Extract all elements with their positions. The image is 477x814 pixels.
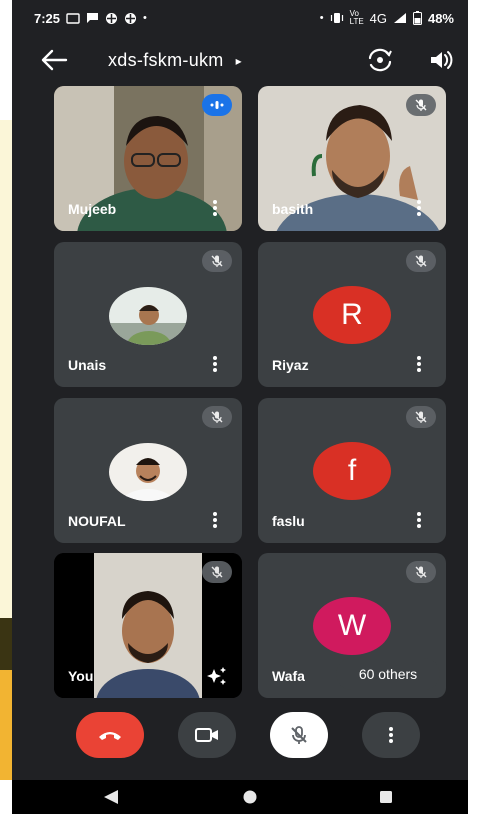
avatar-initial: R xyxy=(341,298,363,331)
end-call-button[interactable] xyxy=(76,712,144,758)
avatar-initial: W xyxy=(337,609,367,642)
switch-camera-icon[interactable] xyxy=(366,46,394,74)
avatar: f xyxy=(313,442,391,500)
muted-indicator xyxy=(202,250,232,272)
participant-tile-mujeeb[interactable]: Mujeeb xyxy=(54,86,242,231)
more-vert-icon[interactable] xyxy=(414,355,424,373)
dot-icon: • xyxy=(319,12,324,24)
avatar: R xyxy=(313,286,391,344)
call-controls xyxy=(12,708,468,768)
others-button[interactable]: 60 others xyxy=(336,658,440,690)
avatar-photo xyxy=(109,443,187,501)
avatar: W xyxy=(313,597,391,655)
more-vert-icon[interactable] xyxy=(210,199,220,217)
mic-off-icon xyxy=(415,99,427,111)
muted-indicator xyxy=(202,561,232,583)
participant-tile-faslu[interactable]: f faslu xyxy=(258,398,446,543)
more-vert-icon[interactable] xyxy=(414,511,424,529)
screen-cast-icon xyxy=(66,12,80,24)
meeting-header: xds-fskm-ukm ▸ xyxy=(12,40,468,82)
muted-indicator xyxy=(406,250,436,272)
camera-button[interactable] xyxy=(178,712,236,758)
muted-indicator xyxy=(406,94,436,116)
participant-name: Unais xyxy=(68,357,107,373)
network-type: 4G xyxy=(369,10,387,26)
avatar xyxy=(109,443,187,501)
meeting-title-button[interactable]: xds-fskm-ukm ▸ xyxy=(108,50,242,71)
others-label: 60 others xyxy=(358,666,418,682)
system-nav-bar xyxy=(12,780,468,814)
caret-right-icon: ▸ xyxy=(235,53,242,68)
participant-tile-unais[interactable]: Unais xyxy=(54,242,242,387)
more-vert-icon xyxy=(389,727,393,743)
signal-icon xyxy=(393,13,406,23)
participant-tile-riyaz[interactable]: R Riyaz xyxy=(258,242,446,387)
participant-name: Riyaz xyxy=(272,357,309,373)
more-vert-icon[interactable] xyxy=(210,511,220,529)
participant-tile-wafa[interactable]: W Wafa 60 others xyxy=(258,553,446,698)
status-time: 7:25 xyxy=(34,10,61,26)
mic-off-icon xyxy=(211,566,223,578)
arrow-left-icon[interactable] xyxy=(40,48,68,72)
more-vert-icon[interactable] xyxy=(210,355,220,373)
participant-name: You xyxy=(68,668,94,684)
muted-indicator xyxy=(406,561,436,583)
nav-recents-icon[interactable] xyxy=(378,789,394,805)
avatar-initial: f xyxy=(347,454,357,487)
participant-name: NOUFAL xyxy=(68,513,126,529)
speaker-icon[interactable] xyxy=(428,47,454,73)
battery-icon xyxy=(412,11,422,25)
participant-name: faslu xyxy=(272,513,305,529)
more-vert-icon[interactable] xyxy=(414,199,424,217)
participant-name: basith xyxy=(272,201,314,217)
photo-edge-yellow xyxy=(0,120,12,620)
speaking-indicator xyxy=(202,94,232,116)
meeting-title: xds-fskm-ukm xyxy=(108,50,224,70)
camera-icon xyxy=(195,728,218,742)
participant-name: Wafa xyxy=(272,668,305,684)
chat-icon xyxy=(87,13,99,23)
microphone-button[interactable] xyxy=(270,712,328,758)
end-call-icon xyxy=(99,732,121,740)
sparkle-icon[interactable] xyxy=(206,666,228,686)
mic-off-icon xyxy=(415,411,427,423)
avatar xyxy=(109,287,187,345)
vibrate-icon xyxy=(330,13,343,23)
audio-level-icon xyxy=(210,101,224,109)
app-notification-icon xyxy=(106,12,118,24)
mic-off-icon xyxy=(415,566,427,578)
mic-off-icon xyxy=(291,726,307,744)
nav-back-icon[interactable] xyxy=(102,789,120,805)
mic-off-icon xyxy=(415,255,427,267)
participant-name: Mujeeb xyxy=(68,201,117,217)
app-notification-icon xyxy=(125,12,137,24)
mic-off-icon xyxy=(211,411,223,423)
status-bar: 7:25 • • Vo LTE 4G 48% xyxy=(12,0,468,36)
participant-tile-noufal[interactable]: NOUFAL xyxy=(54,398,242,543)
more-notifications-dot: • xyxy=(143,12,147,24)
volte-indicator: Vo LTE xyxy=(349,9,364,26)
muted-indicator xyxy=(406,406,436,428)
participant-tile-self[interactable]: You xyxy=(54,553,242,698)
more-options-button[interactable] xyxy=(362,712,420,758)
nav-home-icon[interactable] xyxy=(242,789,258,805)
photo-edge-dark xyxy=(0,618,12,670)
battery-percent: 48% xyxy=(427,10,454,26)
meet-screen: 7:25 • • Vo LTE 4G 48% xds-fskm-ukm ▸ Mu… xyxy=(12,0,468,814)
participant-tile-basith[interactable]: basith xyxy=(258,86,446,231)
photo-edge-orange xyxy=(0,670,12,780)
avatar-photo xyxy=(109,287,187,345)
muted-indicator xyxy=(202,406,232,428)
mic-off-icon xyxy=(211,255,223,267)
